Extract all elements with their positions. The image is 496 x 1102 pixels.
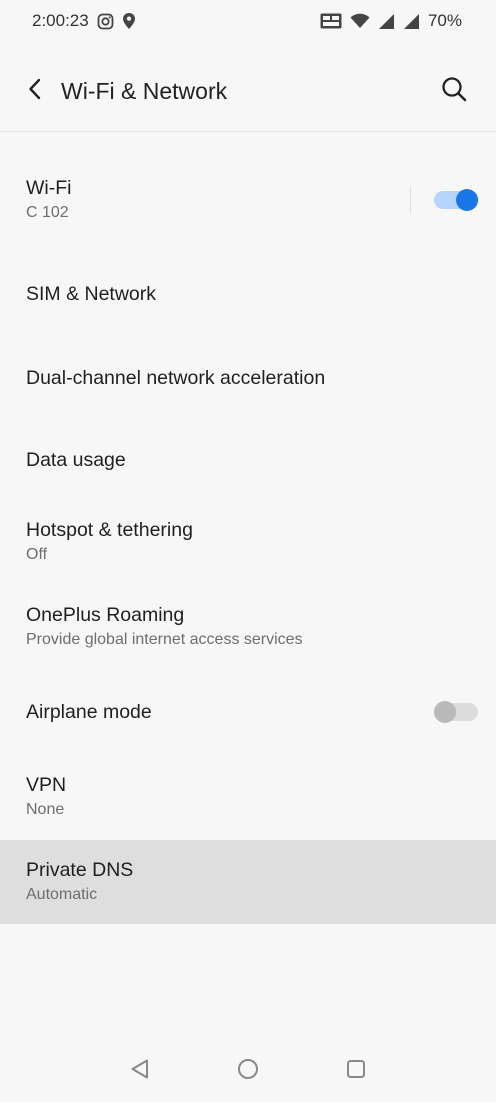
page-title: Wi-Fi & Network bbox=[61, 77, 228, 104]
status-time: 2:00:23 bbox=[32, 11, 89, 30]
setting-vpn[interactable]: VPN None bbox=[0, 754, 496, 840]
status-bar: 2:00:23 70% bbox=[0, 0, 496, 42]
nav-recents-button[interactable] bbox=[341, 1056, 371, 1086]
setting-oneplus-roaming[interactable]: OnePlus Roaming Provide global internet … bbox=[0, 584, 496, 670]
setting-subtitle: Automatic bbox=[26, 886, 98, 903]
setting-subtitle: C 102 bbox=[26, 204, 69, 221]
wifi-toggle[interactable] bbox=[434, 189, 478, 211]
instagram-icon bbox=[97, 13, 114, 30]
setting-title: SIM & Network bbox=[26, 283, 157, 305]
airplane-mode-toggle[interactable] bbox=[434, 701, 478, 723]
setting-title: OnePlus Roaming bbox=[26, 604, 185, 626]
setting-data-usage[interactable]: Data usage bbox=[0, 420, 496, 500]
system-nav-bar bbox=[0, 1042, 496, 1100]
setting-subtitle: None bbox=[26, 801, 65, 818]
app-bar: Wi-Fi & Network bbox=[0, 56, 496, 126]
back-triangle-icon bbox=[129, 1058, 151, 1085]
search-button[interactable] bbox=[438, 75, 470, 107]
status-left: 2:00:23 bbox=[32, 11, 136, 31]
setting-airplane-mode[interactable]: Airplane mode bbox=[0, 670, 496, 754]
setting-wifi[interactable]: Wi-Fi C 102 bbox=[0, 148, 496, 252]
setting-title: Airplane mode bbox=[26, 701, 152, 723]
setting-title: Data usage bbox=[26, 449, 126, 471]
setting-dual-channel-acceleration[interactable]: Dual-channel network acceleration bbox=[0, 336, 496, 420]
setting-title: VPN bbox=[26, 774, 67, 796]
setting-title: Dual-channel network acceleration bbox=[26, 367, 326, 389]
home-circle-icon bbox=[237, 1058, 259, 1085]
toggle-thumb bbox=[434, 701, 456, 723]
volte-lte-icon bbox=[320, 13, 342, 29]
setting-title: Wi-Fi bbox=[26, 177, 72, 199]
setting-title: Hotspot & tethering bbox=[26, 519, 193, 541]
wifi-signal-icon bbox=[350, 13, 370, 29]
cell-signal-roaming-icon bbox=[403, 13, 420, 30]
status-right: 70% bbox=[320, 11, 462, 31]
cell-signal-icon bbox=[378, 13, 395, 30]
location-pin-icon bbox=[122, 12, 136, 30]
toggle-thumb bbox=[456, 189, 478, 211]
setting-title: Private DNS bbox=[26, 859, 134, 881]
nav-back-button[interactable] bbox=[125, 1056, 155, 1086]
battery-percentage: 70% bbox=[427, 11, 462, 30]
app-bar-divider bbox=[0, 131, 496, 132]
setting-private-dns[interactable]: Private DNS Automatic bbox=[0, 840, 496, 924]
setting-subtitle: Provide global internet access services bbox=[26, 631, 303, 648]
recents-square-icon bbox=[345, 1058, 367, 1085]
search-icon bbox=[441, 76, 467, 107]
chevron-left-icon bbox=[28, 78, 42, 105]
setting-hotspot-tethering[interactable]: Hotspot & tethering Off bbox=[0, 500, 496, 584]
setting-subtitle: Off bbox=[26, 546, 48, 563]
setting-sim-network[interactable]: SIM & Network bbox=[0, 252, 496, 336]
nav-home-button[interactable] bbox=[233, 1056, 263, 1086]
back-button[interactable] bbox=[22, 76, 48, 106]
settings-list: Wi-Fi C 102 SIM & Network Dual-channel n… bbox=[0, 148, 496, 924]
toggle-separator bbox=[410, 186, 411, 214]
